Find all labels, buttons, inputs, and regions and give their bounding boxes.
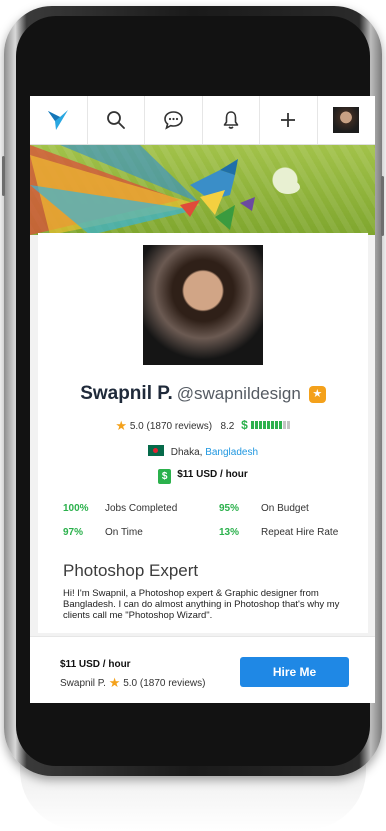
earnings-bar	[258, 421, 262, 429]
stat-on-budget-value: 95%	[219, 503, 240, 514]
search-icon	[106, 111, 125, 129]
location-country-link[interactable]: Bangladesh	[205, 447, 258, 458]
profile-headline: Photoshop Expert	[63, 561, 199, 580]
stat-repeat-hire-label: Repeat Hire Rate	[261, 527, 339, 538]
hire-bar-rate: $11 USD / hour	[60, 659, 131, 670]
earnings-bar	[250, 421, 254, 429]
name-row: Swapnil P. @swapnildesign ★	[38, 383, 368, 405]
hire-bar: $11 USD / hour Swapnil P. ★ 5.0 (1870 re…	[30, 636, 375, 703]
stat-on-time-value: 97%	[63, 527, 84, 538]
hourly-rate: $11 USD / hour	[177, 469, 248, 480]
nav-post-project[interactable]	[260, 96, 318, 144]
hire-bar-summary: Swapnil P. ★ 5.0 (1870 reviews)	[60, 675, 205, 691]
dollar-icon: $	[241, 418, 248, 432]
earnings-bar	[254, 421, 258, 429]
bell-icon	[223, 111, 239, 129]
earnings-bar	[266, 421, 270, 429]
star-icon: ★	[108, 675, 121, 690]
top-navigation	[30, 96, 375, 145]
plus-icon	[281, 113, 296, 127]
nav-account[interactable]	[318, 96, 376, 144]
star-icon: ★	[115, 418, 128, 433]
location-row: Dhaka, Bangladesh	[38, 445, 368, 458]
rating-value: 5.0	[129, 421, 144, 432]
location-city: Dhaka,	[170, 447, 203, 458]
nav-notifications[interactable]	[203, 96, 260, 144]
freelancer-bird-icon	[48, 110, 69, 130]
stat-repeat-hire-value: 13%	[219, 527, 240, 538]
banner-art	[30, 145, 300, 235]
earnings-bars	[250, 421, 291, 432]
profile-handle: @swapnildesign	[176, 384, 301, 403]
earnings-bar	[278, 421, 282, 429]
chat-icon	[163, 111, 183, 130]
power-button	[381, 176, 384, 236]
nav-search[interactable]	[88, 96, 145, 144]
review-count[interactable]: (1870 reviews)	[147, 421, 213, 432]
user-avatar	[333, 107, 360, 133]
earnings-bar	[270, 421, 274, 429]
profile-photo	[143, 245, 263, 365]
profile-name: Swapnil P.	[80, 383, 173, 404]
nav-logo[interactable]	[30, 96, 88, 144]
stat-jobs-completed-label: Jobs Completed	[105, 503, 178, 514]
earnings-bar	[286, 421, 290, 429]
dollar-box-icon: $	[158, 469, 172, 484]
stat-on-time-label: On Time	[105, 527, 143, 538]
preferred-freelancer-badge-icon: ★	[308, 386, 326, 403]
nav-messages[interactable]	[145, 96, 203, 144]
profile-banner	[30, 145, 375, 235]
stat-on-budget-label: On Budget	[261, 503, 309, 514]
volume-button	[2, 156, 5, 196]
profile-bio: Hi! I'm Swapnil, a Photoshop expert & Gr…	[63, 588, 340, 621]
hire-me-button[interactable]: Hire Me	[240, 657, 349, 687]
hire-bar-rating: 5.0 (1870 reviews)	[123, 678, 206, 689]
hire-bar-name: Swapnil P.	[60, 678, 106, 689]
stat-jobs-completed-value: 100%	[63, 503, 89, 514]
profile-card: Swapnil P. @swapnildesign ★ ★ 5.0 (1870 re…	[38, 233, 368, 633]
bangladesh-flag-icon	[147, 445, 164, 456]
hourly-rate-row: $ $11 USD / hour	[38, 469, 368, 484]
app-screen: Swapnil P. @swapnildesign ★ ★ 5.0 (1870 re…	[30, 96, 375, 703]
earnings-score: 8.2	[220, 421, 235, 432]
rating-row: ★ 5.0 (1870 reviews) 8.2 $	[38, 418, 368, 434]
earnings-bar	[274, 421, 278, 429]
earnings-bar	[282, 421, 286, 429]
earnings-bar	[262, 421, 266, 429]
